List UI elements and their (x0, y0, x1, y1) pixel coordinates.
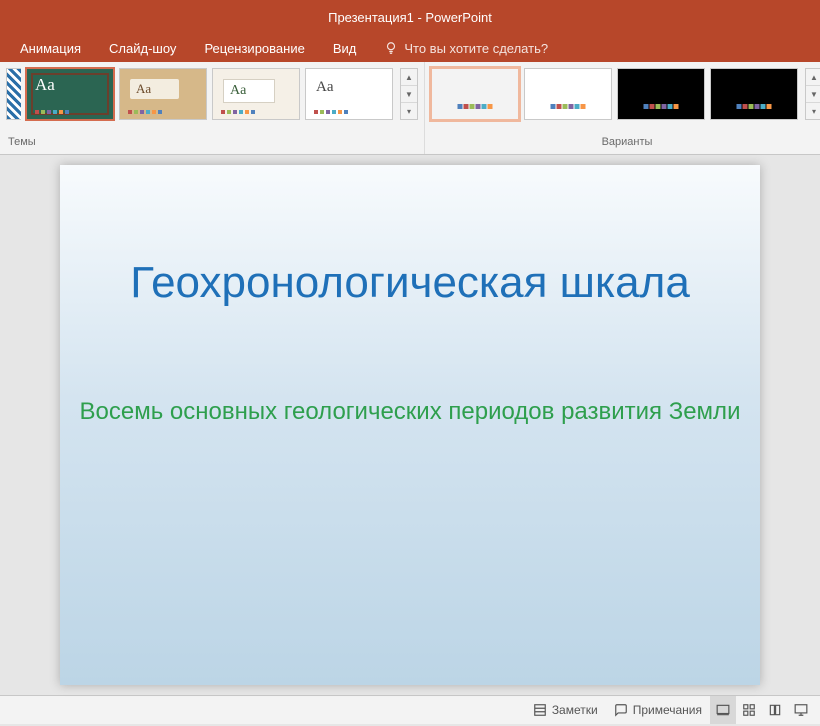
tell-me-search[interactable]: Что вы хотите сделать? (384, 41, 548, 56)
status-bar: Заметки Примечания (0, 695, 820, 724)
theme-sample-text: Aa (316, 79, 334, 96)
window-title: Презентация1 - PowerPoint (328, 10, 492, 25)
theme-swatches (128, 110, 162, 114)
variants-group: ▲ ▼ ▾ Варианты (425, 62, 820, 154)
theme-swatches (35, 110, 69, 114)
slide-title[interactable]: Геохронологическая шкала (130, 255, 690, 310)
theme-thumb-wood[interactable]: Aa (119, 68, 207, 120)
normal-view-icon (715, 703, 731, 717)
comments-icon (614, 703, 628, 717)
ribbon-tabs: Анимация Слайд-шоу Рецензирование Вид Чт… (0, 34, 820, 62)
themes-gallery: Aa Aa Aa Aa ▲ ▼ ▾ (0, 62, 424, 132)
theme-thumb-chalkboard[interactable]: Aa (26, 68, 114, 120)
variants-gallery-spinner: ▲ ▼ ▾ (805, 68, 820, 120)
theme-sample-text: Aa (35, 75, 55, 95)
theme-thumb-current-fragment[interactable] (6, 68, 21, 120)
slideshow-view-icon (793, 703, 809, 717)
themes-group: Aa Aa Aa Aa ▲ ▼ ▾ Темы (0, 62, 425, 154)
gallery-scroll-up[interactable]: ▲ (806, 69, 820, 86)
gallery-more[interactable]: ▾ (806, 103, 820, 119)
slide-edit-area: Геохронологическая шкала Восемь основных… (0, 155, 820, 695)
tell-me-label: Что вы хотите сделать? (404, 41, 548, 56)
view-reading-button[interactable] (762, 696, 788, 724)
lightbulb-icon (384, 41, 398, 55)
tab-slideshow[interactable]: Слайд-шоу (95, 34, 190, 62)
variant-swatches (551, 104, 586, 109)
sorter-view-icon (741, 703, 757, 717)
theme-swatches (221, 110, 255, 114)
themes-gallery-spinner: ▲ ▼ ▾ (400, 68, 418, 120)
variants-gallery: ▲ ▼ ▾ (425, 62, 820, 132)
variant-swatches (458, 104, 493, 109)
title-bar: Презентация1 - PowerPoint (0, 0, 820, 34)
slide-canvas[interactable]: Геохронологическая шкала Восемь основных… (60, 165, 760, 685)
reading-view-icon (767, 703, 783, 717)
variant-swatches (644, 104, 679, 109)
comments-label: Примечания (633, 703, 702, 717)
ribbon-body: Aa Aa Aa Aa ▲ ▼ ▾ Темы (0, 62, 820, 155)
gallery-more[interactable]: ▾ (401, 103, 417, 119)
theme-sample-text: Aa (130, 79, 179, 99)
notes-icon (533, 703, 547, 717)
gallery-scroll-up[interactable]: ▲ (401, 69, 417, 86)
slide-subtitle[interactable]: Восемь основных геологических периодов р… (80, 396, 741, 427)
notes-button[interactable]: Заметки (525, 696, 606, 724)
view-normal-button[interactable] (710, 696, 736, 724)
theme-swatches (314, 110, 348, 114)
tab-review[interactable]: Рецензирование (190, 34, 318, 62)
theme-sample-text: Aa (223, 79, 275, 103)
variant-thumb-black2[interactable] (710, 68, 798, 120)
variant-thumb-black1[interactable] (617, 68, 705, 120)
gallery-scroll-down[interactable]: ▼ (401, 86, 417, 103)
theme-thumb-plain[interactable]: Aa (305, 68, 393, 120)
gallery-scroll-down[interactable]: ▼ (806, 86, 820, 103)
theme-thumb-paper[interactable]: Aa (212, 68, 300, 120)
tab-animation[interactable]: Анимация (6, 34, 95, 62)
themes-group-label: Темы (0, 134, 424, 154)
tab-view[interactable]: Вид (319, 34, 371, 62)
notes-label: Заметки (552, 703, 598, 717)
variants-group-label: Варианты (425, 134, 820, 154)
view-sorter-button[interactable] (736, 696, 762, 724)
comments-button[interactable]: Примечания (606, 696, 710, 724)
variant-thumb-white[interactable] (524, 68, 612, 120)
variant-swatches (737, 104, 772, 109)
variant-thumb-light[interactable] (431, 68, 519, 120)
view-slideshow-button[interactable] (788, 696, 814, 724)
